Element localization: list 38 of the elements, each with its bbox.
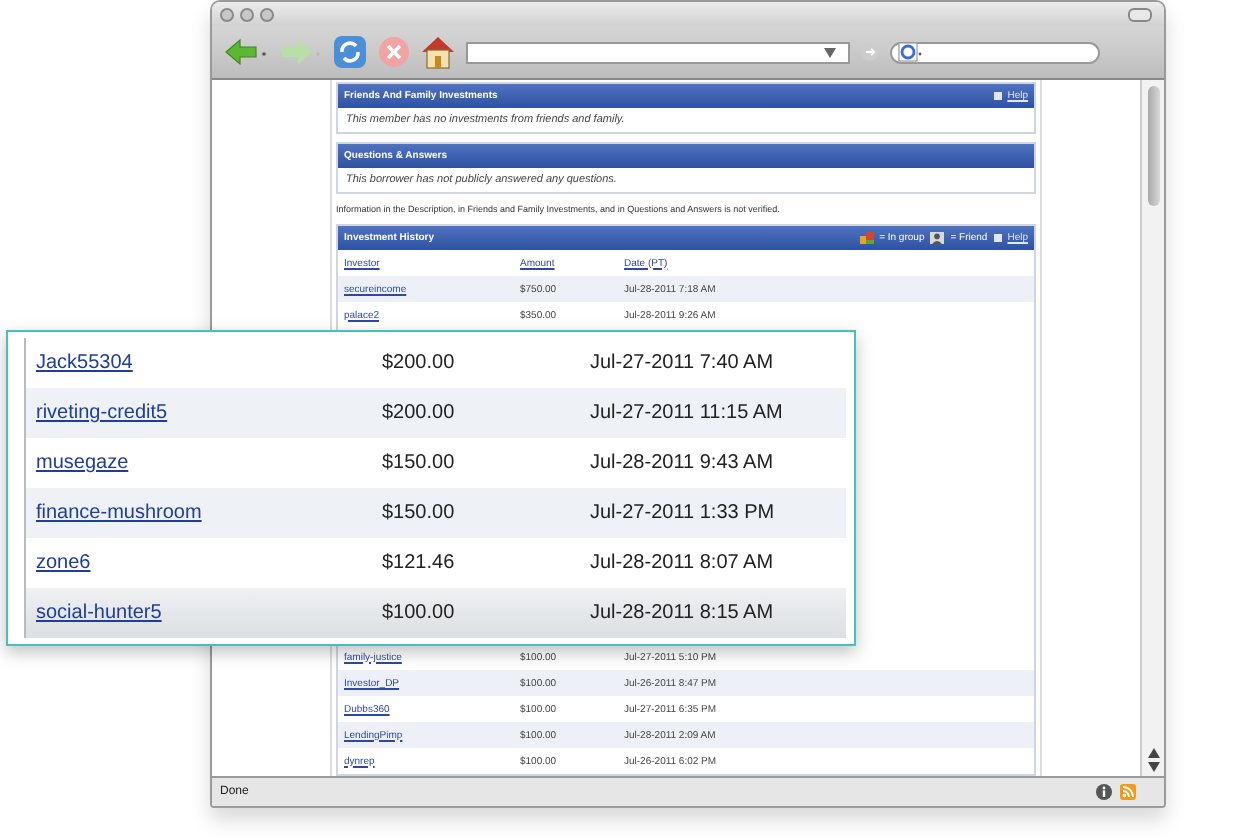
- search-engine-icon[interactable]: [898, 42, 922, 62]
- scroll-up-icon[interactable]: [1147, 748, 1159, 758]
- dropdown-icon[interactable]: [824, 47, 836, 57]
- go-icon[interactable]: [860, 42, 880, 62]
- date-cell: Jul-28-2011 8:07 AM: [590, 552, 774, 574]
- amount-cell-text: $150.00: [382, 452, 457, 474]
- date-cell: Jul-28-2011 8:15 AM: [590, 602, 774, 624]
- date-cell: Jul-27-2011 11:15 AM: [590, 402, 783, 424]
- home-icon[interactable]: [420, 34, 456, 70]
- investor-link[interactable]: Jack55304: [36, 352, 382, 374]
- amount-cell-text: $150.00: [382, 502, 457, 524]
- investor-link[interactable]: musegaze: [36, 452, 382, 474]
- toolbar-toggle-icon[interactable]: [1128, 7, 1152, 21]
- info-icon[interactable]: [1096, 784, 1112, 800]
- investor-link[interactable]: zone6: [36, 552, 382, 574]
- search-field[interactable]: [890, 41, 1100, 63]
- group-icon: [859, 232, 874, 244]
- amount-cell-text: $121.46: [382, 552, 457, 574]
- scrollbar[interactable]: [1140, 80, 1164, 776]
- reload-icon[interactable]: [332, 34, 368, 70]
- stop-icon[interactable]: [378, 36, 410, 68]
- person-icon: [930, 232, 945, 244]
- rss-icon[interactable]: [1120, 784, 1136, 800]
- help-icon: [993, 92, 1002, 100]
- investor-link[interactable]: social-hunter5: [36, 602, 382, 624]
- date-cell: Jul-27-2011 1:33 PM: [590, 502, 775, 524]
- amount-cell-text: $200.00: [382, 402, 457, 424]
- back-icon[interactable]: [224, 36, 268, 68]
- scroll-down-icon[interactable]: [1147, 762, 1159, 772]
- date-cell: Jul-27-2011 7:40 AM: [590, 352, 774, 374]
- scrollbar-thumb[interactable]: [1147, 86, 1159, 206]
- address-field[interactable]: [466, 41, 850, 63]
- help-icon: [993, 234, 1002, 242]
- investor-link[interactable]: riveting-credit5: [36, 402, 382, 424]
- amount-cell-text: $200.00: [382, 352, 457, 374]
- amount-cell-text: $100.00: [382, 602, 457, 624]
- investor-link[interactable]: finance-mushroom: [36, 502, 382, 524]
- date-cell: Jul-28-2011 9:43 AM: [590, 452, 774, 474]
